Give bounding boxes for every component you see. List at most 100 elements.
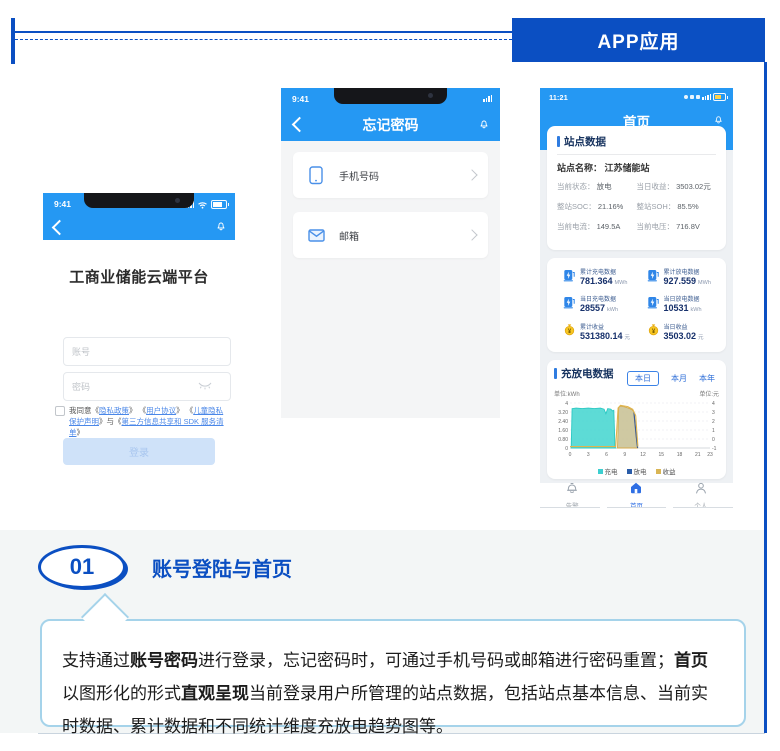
agree-checkbox[interactable] — [55, 406, 65, 416]
login-button[interactable]: 登录 — [63, 438, 215, 465]
header-dashed-line — [15, 39, 512, 40]
svg-text:0: 0 — [569, 452, 572, 458]
chevron-right-icon — [466, 229, 477, 240]
status-time: 9:41 — [54, 199, 71, 209]
login-screenshot: 9:41 工商业储能云端平台 我同意《隐私政策》 《用户协议》 《儿童隐私保护声… — [43, 193, 235, 465]
chart-tab[interactable]: 本年 — [699, 373, 715, 384]
stat-unit: kWh — [691, 307, 702, 313]
legend-swatch — [627, 469, 632, 474]
card-header: 站点数据 — [557, 134, 716, 149]
recovery-option-email[interactable]: 邮箱 — [293, 212, 488, 258]
charger-icon — [563, 269, 576, 287]
svg-text:4: 4 — [565, 401, 568, 407]
status-time: 9:41 — [292, 94, 309, 104]
header-accent-bar — [11, 18, 15, 64]
chart-legend: 充电放电收益 — [554, 466, 719, 476]
tabbar-item-首页[interactable]: 首页 — [604, 483, 668, 508]
svg-text:1.60: 1.60 — [558, 428, 568, 434]
section-number: 01 — [70, 554, 94, 580]
section-description: 支持通过账号密码进行登录，忘记密码时，可通过手机号码或邮箱进行密码重置；首页以图… — [40, 636, 742, 751]
axis-units: 单位:kWh 单位:元 — [554, 389, 719, 398]
recovery-option-phone[interactable]: 手机号码 — [293, 152, 488, 198]
account-input[interactable] — [63, 337, 231, 366]
option-label: 手机号码 — [339, 168, 468, 183]
stat-value: 531380.14元 — [580, 331, 630, 343]
agreement-text-segment: 我同意《 — [69, 406, 99, 415]
back-button[interactable] — [52, 220, 68, 236]
right-axis-unit: 单位:元 — [699, 389, 719, 398]
legend-item: 放电 — [627, 466, 647, 476]
agreement-text-segment: 》 《 — [129, 406, 146, 415]
card-title: 充放电数据 — [561, 366, 614, 381]
site-metric: 当日收益： 3503.02元 — [637, 181, 717, 192]
status-dot-icon — [696, 95, 700, 99]
svg-text:2.40: 2.40 — [558, 419, 568, 425]
svg-text:2: 2 — [712, 419, 715, 425]
svg-text:3: 3 — [712, 410, 715, 416]
description-segment: 账号密码 — [130, 651, 198, 670]
svg-text:0: 0 — [712, 437, 715, 443]
header-solid-line — [15, 31, 512, 33]
money-icon: ¥ — [647, 323, 660, 341]
mail-icon — [307, 229, 325, 242]
svg-text:21: 21 — [695, 452, 701, 458]
signal-icon — [483, 95, 492, 102]
site-metric: 整站SOH： 85.5% — [637, 201, 717, 212]
section-number-badge: 01 — [38, 545, 126, 589]
agreement-text: 我同意《隐私政策》 《用户协议》 《儿童隐私保护声明》与《第三方信息共享和 SD… — [69, 405, 225, 438]
agreement-link[interactable]: 隐私政策 — [99, 406, 129, 415]
phone-notch — [334, 88, 447, 104]
agreement-link[interactable]: 用户协议 — [146, 406, 176, 415]
stat-item: 累计充电数据781.364MWh — [553, 265, 637, 290]
description-segment: 进行登录，忘记密码时，可通过手机号码或邮箱进行密码重置； — [198, 651, 674, 670]
bell-icon[interactable] — [215, 220, 227, 232]
battery-icon — [713, 93, 726, 101]
alarm-icon — [566, 481, 578, 499]
svg-text:1: 1 — [712, 428, 715, 434]
legend-swatch — [598, 469, 603, 474]
site-metric: 当前电压： 716.8V — [637, 221, 717, 232]
card-title: 站点数据 — [564, 134, 606, 149]
stat-label: 累计充电数据 — [580, 267, 627, 276]
site-metrics: 当前状态： 放电当日收益： 3503.02元整站SOC： 21.16%整站SOH… — [557, 181, 716, 232]
stat-unit: MWh — [698, 280, 711, 286]
bell-icon[interactable] — [478, 118, 490, 130]
svg-text:9: 9 — [623, 452, 626, 458]
site-data-card: 站点数据 站点名称： 江苏储能站 当前状态： 放电当日收益： 3503.02元整… — [547, 126, 726, 250]
site-metric: 整站SOC： 21.16% — [557, 201, 637, 212]
description-segment: 首页 — [674, 651, 708, 670]
charger-icon — [647, 269, 660, 287]
stat-unit: 元 — [625, 335, 631, 341]
wifi-icon — [197, 201, 208, 209]
stat-unit: kWh — [607, 307, 618, 313]
home-icon — [630, 481, 642, 499]
nav-title: 忘记密码 — [281, 115, 500, 135]
stat-value: 28557kWh — [580, 303, 618, 315]
description-segment: 直观呈现 — [181, 684, 249, 703]
chart-tab[interactable]: 本月 — [671, 373, 687, 384]
agreement-text-segment: 》 《 — [176, 406, 193, 415]
svg-text:3: 3 — [587, 452, 590, 458]
bottom-tab-bar: 告警首页个人 — [540, 483, 733, 508]
description-segment: 以图形化的形式 — [62, 684, 181, 703]
status-time: 11:21 — [549, 93, 568, 102]
svg-text:0: 0 — [565, 446, 568, 452]
svg-text:-1: -1 — [712, 446, 717, 452]
page-title: APP应用 — [512, 18, 765, 62]
status-icons — [483, 95, 492, 102]
agreement-row: 我同意《隐私政策》 《用户协议》 《儿童隐私保护声明》与《第三方信息共享和 SD… — [55, 405, 225, 438]
stat-value: 927.559MWh — [664, 276, 711, 288]
stat-value: 3503.02元 — [664, 331, 704, 343]
tabbar-item-个人[interactable]: 个人 — [669, 483, 733, 508]
person-icon — [695, 481, 707, 499]
charger-icon — [563, 296, 576, 314]
site-name-label: 站点名称： — [557, 163, 602, 173]
charge-discharge-chart: 443.2032.4021.6010.8000-103691215182123 — [554, 398, 719, 461]
bell-icon[interactable] — [713, 114, 724, 125]
statusbar-navbar: 9:41 — [43, 193, 235, 240]
chart-tab[interactable]: 本日 — [627, 371, 659, 386]
site-metric: 当前状态： 放电 — [557, 181, 637, 192]
tabbar-item-告警[interactable]: 告警 — [540, 483, 604, 508]
eye-closed-icon[interactable] — [198, 382, 212, 391]
site-name-row: 站点名称： 江苏储能站 — [557, 161, 716, 174]
